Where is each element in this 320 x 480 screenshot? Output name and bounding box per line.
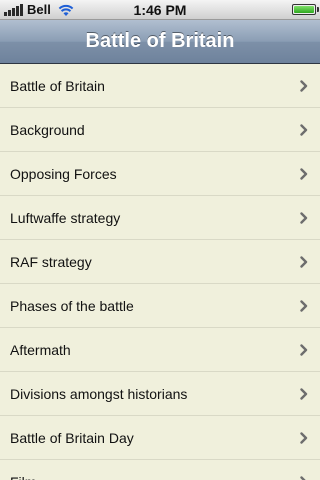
list-item-label: Opposing Forces — [10, 165, 117, 182]
chevron-right-icon — [300, 475, 307, 480]
navigation-bar: Battle of Britain — [0, 20, 320, 64]
list-item-label: Luftwaffe strategy — [10, 209, 121, 226]
list-item[interactable]: Opposing Forces — [0, 152, 320, 196]
list-item[interactable]: Luftwaffe strategy — [0, 196, 320, 240]
list-item[interactable]: Film — [0, 460, 320, 480]
list-item-label: Film — [10, 474, 36, 480]
chevron-right-icon — [300, 299, 308, 312]
list-item-label: Battle of Britain — [10, 77, 105, 94]
signal-bars-icon — [4, 3, 23, 16]
page-title: Battle of Britain — [85, 30, 235, 52]
list-item-label: Background — [10, 121, 85, 138]
list-item[interactable]: Phases of the battle — [0, 284, 320, 328]
list-item[interactable]: Battle of Britain Day — [0, 416, 320, 460]
status-bar: Bell 1:46 PM — [0, 0, 320, 20]
battery-icon — [292, 4, 319, 15]
list-item[interactable]: RAF strategy — [0, 240, 320, 284]
list-item[interactable]: Aftermath — [0, 328, 320, 372]
list-item[interactable]: Battle of Britain — [0, 64, 320, 108]
chevron-right-icon — [300, 387, 308, 400]
chevron-right-icon — [300, 343, 308, 356]
list-item-label: Divisions amongst historians — [10, 385, 188, 402]
list-item-label: Aftermath — [10, 341, 71, 358]
chevron-right-icon — [300, 79, 308, 92]
list-item-label: RAF strategy — [10, 253, 92, 270]
carrier-name: Bell — [27, 2, 51, 17]
topic-list: Battle of Britain Background Opposing Forc… — [0, 64, 320, 480]
chevron-right-icon — [300, 167, 308, 180]
list-item-label: Battle of Britain Day — [10, 429, 134, 446]
chevron-right-icon — [300, 211, 308, 224]
list-item[interactable]: Divisions amongst historians — [0, 372, 320, 416]
chevron-right-icon — [300, 431, 308, 444]
wifi-icon — [58, 4, 74, 16]
list-item-label: Phases of the battle — [10, 297, 134, 314]
chevron-right-icon — [300, 123, 308, 136]
list-item[interactable]: Background — [0, 108, 320, 152]
battery-level — [294, 6, 314, 13]
chevron-right-icon — [300, 255, 308, 268]
